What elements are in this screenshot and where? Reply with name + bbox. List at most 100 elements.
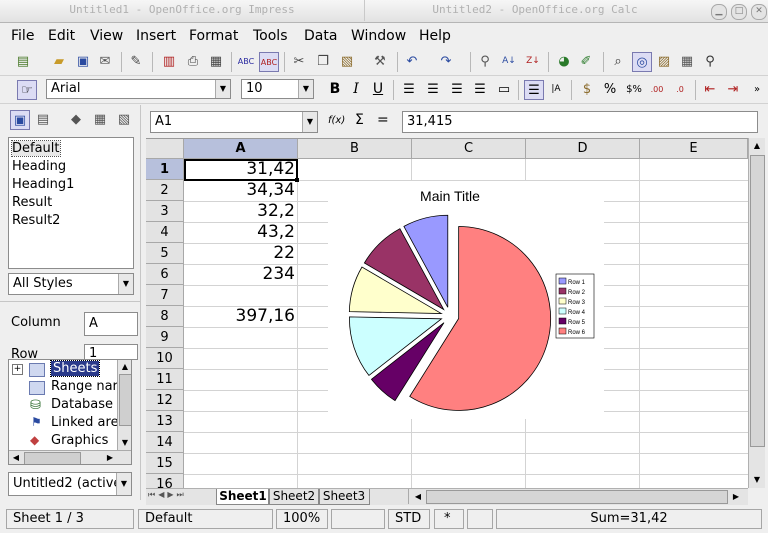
chevron-down-icon[interactable]: ▼ (118, 274, 133, 294)
expand-icon[interactable]: + (12, 364, 23, 375)
sheet-tab-3[interactable]: Sheet3 (318, 489, 370, 505)
justify-icon[interactable]: ☰ (471, 80, 489, 98)
panel-splitter[interactable] (0, 301, 140, 306)
pie-chart[interactable]: Main Title Row 1Row 2Row 3Row 4Row 5Row … (328, 181, 604, 419)
cell-styles-icon[interactable]: ▣ (10, 110, 30, 130)
paste-icon[interactable]: ▧ (338, 52, 356, 70)
row-header[interactable]: 13 (146, 411, 184, 432)
underline-icon[interactable]: U (369, 80, 387, 98)
arrow-up-icon[interactable]: ▲ (749, 138, 765, 154)
page-styles-icon[interactable]: ▤ (34, 110, 52, 128)
row-header[interactable]: 4 (146, 222, 184, 243)
font-size-combo[interactable]: 10 ▼ (241, 79, 314, 99)
draw-functions-icon[interactable]: ✐ (577, 52, 595, 70)
column-header[interactable]: B (298, 139, 412, 159)
page-preview-icon[interactable]: ▦ (207, 52, 225, 70)
cut-icon[interactable]: ✂ (290, 52, 308, 70)
menu-help[interactable]: Help (419, 28, 451, 44)
arrow-right-icon[interactable]: ▶ (103, 451, 117, 464)
cell-a5[interactable]: 22 (184, 243, 297, 264)
row-header[interactable]: 11 (146, 369, 184, 390)
merge-cells-icon[interactable]: ▭ (495, 80, 513, 98)
row-header[interactable]: 2 (146, 180, 184, 201)
email-icon[interactable]: ✉ (96, 52, 114, 70)
chevron-down-icon[interactable]: ▼ (302, 112, 317, 132)
tree-item-linked-areas[interactable]: Linked are (51, 415, 119, 430)
hyperlink-icon[interactable]: ⚲ (476, 52, 494, 70)
tree-hscroll[interactable]: ◀ ▶ (9, 450, 131, 464)
document-combo[interactable]: Untitled2 (active ▼ (8, 472, 132, 496)
row-header[interactable]: 5 (146, 243, 184, 264)
window-tab-impress[interactable]: Untitled1 - OpenOffice.org Impress (0, 0, 365, 21)
row-header[interactable]: 10 (146, 348, 184, 369)
close-icon[interactable]: ✕ (751, 4, 767, 20)
sort-ascending-icon[interactable]: A↓ (500, 52, 518, 70)
undo-icon[interactable]: ↶ (403, 52, 421, 70)
status-mode[interactable]: STD (388, 509, 430, 529)
styles-list[interactable]: Default Heading Heading1 Result Result2 (8, 137, 134, 269)
spellcheck-icon[interactable]: ABC (237, 52, 255, 70)
update-style-icon[interactable]: ▧ (115, 110, 133, 128)
column-header[interactable]: D (526, 139, 640, 159)
row-field[interactable]: 1 (84, 344, 138, 360)
cell-a8[interactable]: 397,16 (184, 306, 297, 327)
add-decimal-icon[interactable]: .00 (648, 80, 666, 98)
status-page-style[interactable]: Default (138, 509, 273, 529)
style-item[interactable]: Result (12, 195, 52, 210)
chevron-down-icon[interactable]: ▼ (298, 80, 313, 98)
chevron-down-icon[interactable]: ▼ (116, 473, 131, 495)
cell-a7[interactable] (184, 285, 297, 306)
cell-a2[interactable]: 34,34 (184, 180, 297, 201)
navigator-tree[interactable]: + Sheets Range nar ⛁ Database ⚑ Linked a… (8, 359, 132, 465)
scroll-thumb[interactable] (750, 155, 765, 447)
save-icon[interactable]: ▣ (74, 52, 92, 70)
row-header[interactable]: 3 (146, 201, 184, 222)
menu-view[interactable]: View (90, 28, 123, 44)
vertical-text-icon[interactable]: |A (547, 80, 565, 98)
cell-a4[interactable]: 43,2 (184, 222, 297, 243)
sheet-tab-1[interactable]: Sheet1 (216, 489, 270, 505)
status-zoom[interactable]: 100% (276, 509, 328, 529)
redo-icon[interactable]: ↷ (437, 52, 455, 70)
arrow-left-icon[interactable]: ◀ (9, 451, 23, 464)
clone-formatting-icon[interactable]: ⚒ (371, 52, 389, 70)
bold-icon[interactable]: B (326, 80, 344, 98)
row-header[interactable]: 16 (146, 474, 184, 489)
fill-format-icon[interactable]: ◆ (67, 110, 85, 128)
spreadsheet-grid[interactable]: A B C D E 1 2 3 4 5 6 7 8 9 10 11 12 13 … (146, 138, 748, 489)
align-left-icon[interactable]: ☰ (400, 80, 418, 98)
tab-navigation-icon[interactable]: ⏮◀▶⏭ (148, 490, 187, 500)
sheet-vscroll[interactable]: ▲ ▼ (748, 138, 765, 488)
find-icon[interactable]: ⌕ (609, 52, 627, 70)
row-header[interactable]: 7 (146, 285, 184, 306)
tree-item-graphics[interactable]: Graphics (51, 433, 108, 448)
open-icon[interactable]: ▰ (50, 52, 68, 70)
menu-file[interactable]: File (11, 28, 34, 44)
autospellcheck-icon[interactable]: ABC (259, 52, 279, 72)
row-header[interactable]: 8 (146, 306, 184, 327)
align-center-icon[interactable]: ☰ (424, 80, 442, 98)
style-item[interactable]: Default (11, 140, 61, 157)
arrow-right-icon[interactable]: ▶ (729, 489, 743, 504)
maximize-icon[interactable]: □ (731, 4, 747, 20)
window-tab-calc[interactable]: Untitled2 - OpenOffice.org Calc (365, 0, 705, 21)
align-right-icon[interactable]: ☰ (448, 80, 466, 98)
arrow-up-icon[interactable]: ▲ (118, 360, 131, 374)
tree-item-database[interactable]: Database (51, 397, 113, 412)
function-wizard-icon[interactable]: f(x) (328, 115, 345, 126)
menu-edit[interactable]: Edit (48, 28, 75, 44)
minimize-icon[interactable]: ▁ (711, 4, 727, 20)
edit-file-icon[interactable]: ✎ (127, 52, 145, 70)
delete-decimal-icon[interactable]: .0 (671, 80, 689, 98)
sum-icon[interactable]: Σ (355, 112, 364, 128)
cell-a3[interactable]: 32,2 (184, 201, 297, 222)
print-icon[interactable]: ⎙ (184, 52, 202, 70)
toolbar-options-icon[interactable]: » (748, 80, 766, 98)
new-style-icon[interactable]: ▦ (91, 110, 109, 128)
increase-indent-icon[interactable]: ⇥ (724, 80, 742, 98)
export-pdf-icon[interactable]: ▥ (160, 52, 178, 70)
text-direction-icon[interactable]: ☰ (524, 80, 544, 100)
gallery-icon[interactable]: ▨ (655, 52, 673, 70)
row-header[interactable]: 1 (146, 159, 184, 180)
font-name-combo[interactable]: Arial ▼ (46, 79, 231, 99)
